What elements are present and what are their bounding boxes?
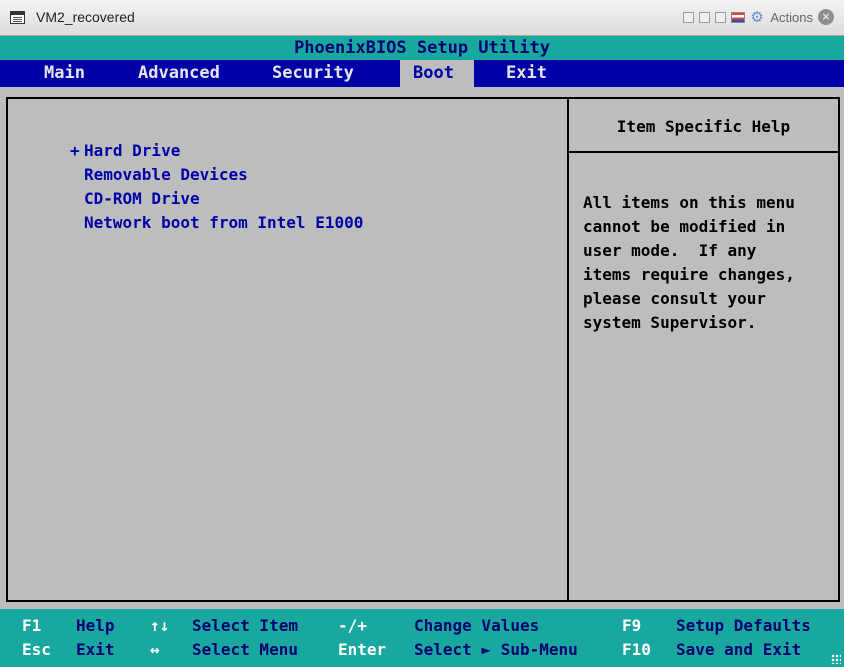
key-minus-plus-desc: Change Values [414, 616, 540, 635]
boot-item-network-boot[interactable]: Network boot from Intel E1000 [70, 211, 363, 235]
help-line: system Supervisor. [583, 313, 757, 332]
minimize-icon[interactable] [683, 11, 695, 23]
key-f10: F10 [622, 640, 651, 659]
help-line: user mode. If any [583, 241, 757, 260]
key-f1: F1 [22, 616, 42, 635]
window-controls: ⚙ Actions × [683, 9, 834, 25]
key-left-right: ↔ [150, 640, 160, 659]
key-enter-desc: Select ► Sub-Menu [414, 640, 578, 659]
tab-exit[interactable]: Exit [506, 60, 547, 87]
help-title: Item Specific Help [616, 117, 791, 136]
key-up-down: ↑↓ [150, 616, 170, 635]
boot-item-hard-drive[interactable]: + Hard Drive [70, 139, 363, 163]
key-up-down-desc: Select Item [192, 616, 298, 635]
maximize-icon[interactable] [715, 11, 727, 23]
bios-menu-bar: Main Advanced Security Boot Exit [0, 60, 844, 87]
key-esc-desc: Exit [76, 640, 115, 659]
actions-menu-button[interactable]: Actions [770, 10, 813, 25]
key-f9-desc: Setup Defaults [676, 616, 811, 635]
help-line: cannot be modified in [583, 217, 786, 236]
window-title: VM2_recovered [36, 9, 135, 25]
gear-icon[interactable]: ⚙ [750, 9, 765, 25]
bios-key-legend: F1 Help ↑↓ Select Item -/+ Change Values… [0, 609, 844, 667]
boot-order-list: + Hard Drive Removable Devices CD-ROM Dri… [70, 139, 363, 235]
keyboard-layout-flag-icon[interactable] [731, 11, 746, 23]
console-window-icon [10, 11, 25, 24]
key-minus-plus: -/+ [338, 616, 367, 635]
panel-divider [567, 99, 569, 600]
help-line: items require changes, [583, 265, 795, 284]
help-line: please consult your [583, 289, 767, 308]
tab-main[interactable]: Main [44, 60, 85, 87]
restore-icon[interactable] [699, 11, 711, 23]
expand-marker: + [70, 141, 80, 160]
key-f10-desc: Save and Exit [676, 640, 802, 659]
close-icon[interactable]: × [818, 9, 834, 25]
key-esc: Esc [22, 640, 51, 659]
tab-advanced[interactable]: Advanced [138, 60, 220, 87]
bios-header-title: PhoenixBIOS Setup Utility [0, 36, 844, 60]
key-left-right-desc: Select Menu [192, 640, 298, 659]
tab-boot[interactable]: Boot [400, 60, 474, 87]
tab-security[interactable]: Security [272, 60, 354, 87]
bios-screen: PhoenixBIOS Setup Utility Main Advanced … [0, 36, 844, 667]
boot-item-cd-rom-drive[interactable]: CD-ROM Drive [70, 187, 363, 211]
window-titlebar: VM2_recovered ⚙ Actions × [0, 0, 844, 36]
help-line: All items on this menu [583, 193, 795, 212]
key-enter: Enter [338, 640, 387, 659]
boot-panel: + Hard Drive Removable Devices CD-ROM Dri… [6, 97, 840, 602]
help-divider [569, 151, 838, 153]
key-f1-desc: Help [76, 616, 115, 635]
boot-item-removable-devices[interactable]: Removable Devices [70, 163, 363, 187]
help-text: All items on this menu cannot be modifie… [583, 191, 833, 335]
key-f9: F9 [622, 616, 642, 635]
resize-grip-icon[interactable] [831, 654, 841, 664]
